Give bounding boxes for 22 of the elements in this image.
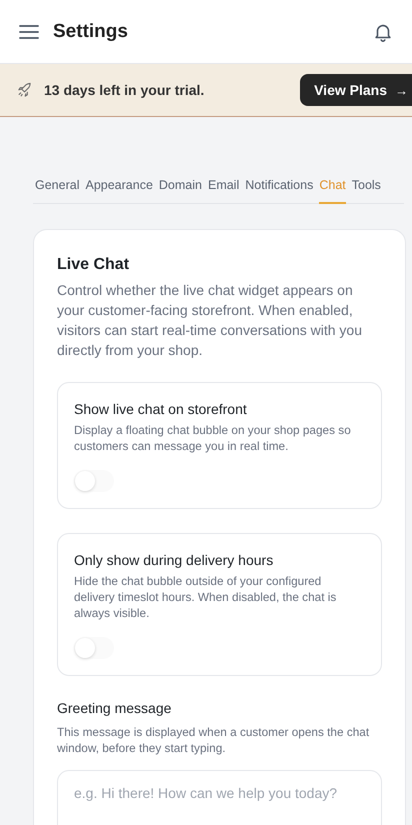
setting-title: Only show during delivery hours	[74, 552, 274, 568]
page-title: Settings	[53, 20, 129, 42]
toggle-switch[interactable]	[74, 470, 114, 492]
field-label: Greeting message	[57, 700, 172, 716]
section-description: Control whether the live chat widget appears on your customer-facing storefront. When enabled, visitors can start real-time conversations with you directly from your shop.	[57, 281, 363, 360]
view-plans-button[interactable]: View Plans →	[300, 74, 412, 106]
menu-icon[interactable]	[19, 24, 39, 40]
settings-tab[interactable]: Domain	[158, 176, 202, 204]
settings-tab[interactable]: Email	[208, 176, 240, 204]
settings-tab[interactable]: Appearance	[85, 176, 153, 204]
field-help-text: This message is displayed when a customer opens the chat window, before they start typing.	[57, 724, 370, 756]
settings-tab[interactable]: Notifications	[245, 176, 314, 204]
trial-message: 13 days left in your trial.	[44, 82, 206, 98]
setting-description: Display a floating chat bubble on your shop pages so customers can message you in real time.	[74, 422, 352, 454]
settings-tab[interactable]: Tools	[352, 176, 381, 204]
setting-description: Hide the chat bubble outside of your configured delivery timeslot hours. When disabled, the chat is always visible.	[74, 573, 338, 621]
section-title: Live Chat	[57, 256, 130, 274]
setting-title: Show live chat on storefront	[74, 401, 248, 417]
toggle-switch[interactable]	[74, 637, 114, 659]
settings-tab[interactable]: General	[35, 176, 80, 204]
greeting-field[interactable]: e.g. Hi there! How can we help you today?	[57, 770, 382, 825]
rocket-icon	[16, 82, 33, 98]
